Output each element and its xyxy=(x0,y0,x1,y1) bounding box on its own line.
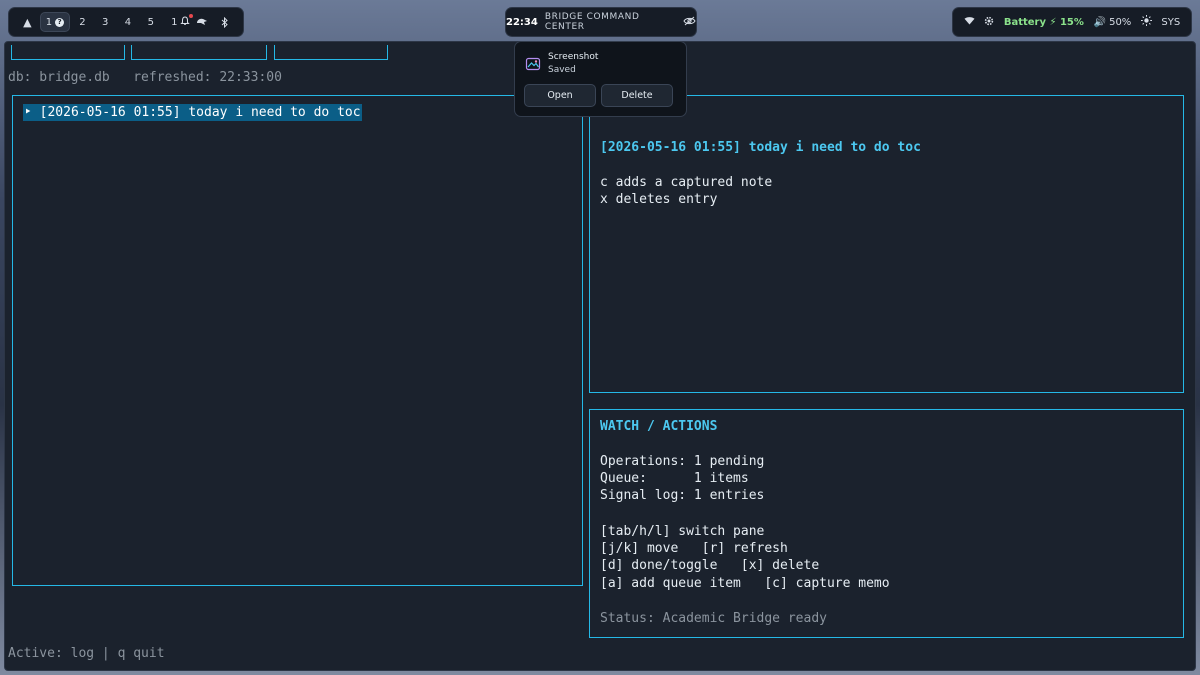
keybind-line: [a] add queue item [c] capture memo xyxy=(600,576,890,591)
watch-actions-pane[interactable]: WATCH / ACTIONS Operations: 1 pending Qu… xyxy=(589,409,1184,638)
notification-body: Saved xyxy=(548,65,576,75)
gear-icon[interactable] xyxy=(984,16,994,29)
command-center-bar[interactable]: 22:34 BRIDGE COMMAND CENTER xyxy=(505,7,697,37)
keybind-line: [tab/h/l] switch pane xyxy=(600,524,765,539)
detail-pane[interactable]: [2026-05-16 01:55] today i need to do to… xyxy=(589,95,1184,393)
log-entry-selected[interactable]: ‣ [2026-05-16 01:55] today i need to do … xyxy=(23,104,362,121)
bluetooth-icon[interactable] xyxy=(214,12,235,32)
eye-off-icon[interactable] xyxy=(683,16,696,29)
keybind-line: [d] done/toggle [x] delete xyxy=(600,558,820,573)
workspace-bar: ▲ 1 ? 2 3 4 5 1 xyxy=(8,7,244,37)
wifi-icon[interactable] xyxy=(964,16,975,28)
screenshot-app-icon xyxy=(525,56,541,72)
command-center-title: BRIDGE COMMAND CENTER xyxy=(544,12,640,32)
stat-queue: Queue: 1 items xyxy=(600,471,749,486)
question-icon: ? xyxy=(55,17,65,27)
keybind-line: [j/k] move [r] refresh xyxy=(600,541,788,556)
workspace-3[interactable]: 3 xyxy=(95,12,116,32)
footer-status: Active: log | q quit xyxy=(8,646,165,661)
bell-icon xyxy=(179,13,193,29)
db-info-line: db: bridge.db refreshed: 22:33:00 xyxy=(8,70,282,85)
brightness-icon[interactable] xyxy=(1140,15,1152,29)
tab-stub-2[interactable] xyxy=(131,45,267,60)
workspace-4[interactable]: 4 xyxy=(118,12,139,32)
watch-title: WATCH / ACTIONS xyxy=(600,419,718,434)
detail-line: c adds a captured note xyxy=(600,175,773,190)
notification-title: Screenshot xyxy=(548,52,599,62)
delete-button[interactable]: Delete xyxy=(601,84,673,107)
workspace-5[interactable]: 5 xyxy=(140,12,161,32)
stat-signal-log: Signal log: 1 entries xyxy=(600,488,765,503)
screenshot-notification[interactable]: Screenshot Saved Open Delete xyxy=(514,41,687,117)
workspace-1[interactable]: 1 ? xyxy=(39,12,71,32)
system-tray: Battery ⚡ 15% 🔊 50% SYS xyxy=(952,7,1192,37)
ghost-icon[interactable] xyxy=(192,12,213,32)
stat-operations: Operations: 1 pending xyxy=(600,454,765,469)
tab-stub-3[interactable] xyxy=(274,45,388,60)
battery-indicator[interactable]: Battery ⚡ 15% xyxy=(1004,17,1084,28)
tab-stub-1[interactable] xyxy=(11,45,125,60)
workspace-2[interactable]: 2 xyxy=(72,12,93,32)
status-line: Status: Academic Bridge ready xyxy=(600,611,827,626)
volume-indicator[interactable]: 🔊 50% xyxy=(1093,17,1131,28)
open-button[interactable]: Open xyxy=(524,84,596,107)
terminal-window[interactable]: db: bridge.db refreshed: 22:33:00 ‣ [202… xyxy=(4,41,1196,671)
sys-label[interactable]: SYS xyxy=(1161,17,1180,28)
clock: 22:34 xyxy=(506,16,538,28)
workspace-label: 1 xyxy=(45,16,53,28)
notification-indicator[interactable]: 1 xyxy=(171,13,193,29)
notification-count: 1 xyxy=(171,16,178,28)
arch-icon[interactable]: ▲ xyxy=(17,12,38,32)
detail-line: x deletes entry xyxy=(600,192,718,207)
log-pane[interactable]: ‣ [2026-05-16 01:55] today i need to do … xyxy=(12,95,583,586)
detail-heading: [2026-05-16 01:55] today i need to do to… xyxy=(600,140,921,155)
